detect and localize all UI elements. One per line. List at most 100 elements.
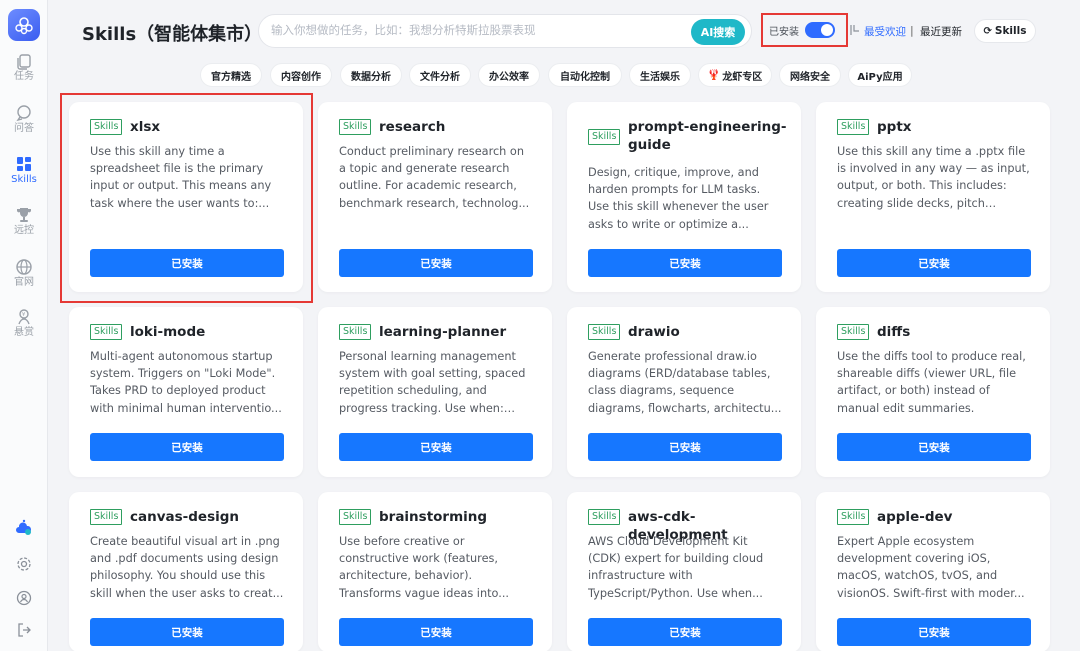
category-label: 龙虾专区: [722, 71, 763, 83]
installed-button[interactable]: 已安装: [90, 618, 284, 646]
skill-card[interactable]: Skills apple-dev Expert Apple ecosystem de…: [816, 492, 1050, 651]
sidebar-item-remote[interactable]: 远控: [0, 206, 48, 237]
sidebar-item-website[interactable]: 官网: [0, 258, 48, 289]
logout-icon[interactable]: [14, 620, 34, 640]
toggle-knob: [821, 24, 833, 36]
skill-name: canvas-design: [130, 509, 240, 525]
installed-button[interactable]: 已安装: [588, 433, 782, 461]
skill-description: Use the diffs tool to produce real, shar…: [837, 350, 1026, 415]
skill-card[interactable]: Skills xlsx Use this skill any time a spre…: [69, 102, 303, 292]
installed-toggle[interactable]: [805, 22, 835, 38]
skill-card[interactable]: Skills prompt-engineering-guide Design, cr…: [567, 102, 801, 292]
installed-button[interactable]: 已安装: [339, 433, 533, 461]
skills-tag: Skills: [90, 509, 123, 525]
installed-button[interactable]: 已安装: [588, 618, 782, 646]
skill-name: xlsx: [130, 119, 161, 135]
skill-card[interactable]: Skills aws-cdk-development AWS Cloud Devel…: [567, 492, 801, 651]
logo-icon: [15, 17, 33, 35]
skill-name: drawio: [628, 324, 680, 340]
category-1[interactable]: 内容创作: [270, 63, 332, 87]
category-0[interactable]: 官方精选: [200, 63, 262, 87]
sidebar-item-label: 问答: [14, 123, 34, 134]
search-input[interactable]: [271, 23, 691, 37]
sort-recent-link[interactable]: 最近更新: [920, 24, 962, 39]
svg-text:¥: ¥: [22, 312, 25, 318]
installed-button[interactable]: 已安装: [588, 249, 782, 277]
sidebar-item-label: 悬赏: [14, 327, 34, 338]
sidebar-item-label: 远控: [14, 225, 34, 236]
skills-tag: Skills: [837, 509, 870, 525]
sort-popular-link[interactable]: 最受欢迎: [864, 24, 906, 39]
category-8[interactable]: 网络安全: [779, 63, 841, 87]
sidebar-item-label: Skills: [11, 174, 37, 185]
skill-description: AWS Cloud Development Kit (CDK) expert f…: [588, 535, 764, 600]
category-4[interactable]: 办公效率: [478, 63, 540, 87]
skills-tag: Skills: [837, 119, 870, 135]
category-label: 文件分析: [420, 71, 460, 83]
skill-description: Conduct preliminary research on a topic …: [339, 145, 530, 210]
skills-tag: Skills: [837, 324, 870, 340]
skills-refresh-button[interactable]: ⟳ Skills: [974, 19, 1036, 43]
sidebar-item-tasks[interactable]: 任务: [0, 52, 48, 83]
skill-description: Create beautiful visual art in .png and …: [90, 535, 284, 600]
skill-card[interactable]: Skills loki-mode Multi-agent autonomous st…: [69, 307, 303, 477]
installed-button[interactable]: 已安装: [339, 249, 533, 277]
installed-filter-label: 已安装: [769, 26, 799, 38]
skill-description: Use this skill any time a .pptx file is …: [837, 145, 1030, 210]
skill-card[interactable]: Skills diffs Use the diffs tool to produce…: [816, 307, 1050, 477]
ai-search-button[interactable]: AI搜索: [691, 19, 745, 45]
grid-blocks-icon: [17, 157, 31, 171]
category-label: 数据分析: [351, 71, 391, 83]
filter-icon: [850, 25, 859, 35]
installed-button[interactable]: 已安装: [90, 433, 284, 461]
category-label: AiPy应用: [857, 71, 903, 83]
skill-card[interactable]: Skills pptx Use this skill any time a .ppt…: [816, 102, 1050, 292]
installed-button[interactable]: 已安装: [837, 249, 1031, 277]
cloud-sync-icon[interactable]: [14, 518, 34, 538]
category-label: 官方精选: [211, 71, 251, 83]
sidebar-item-label: 官网: [14, 277, 34, 288]
skill-description: Use before creative or constructive work…: [339, 535, 510, 600]
category-label: 自动化控制: [560, 71, 610, 83]
page-title: Skills（智能体集市）: [82, 24, 263, 45]
skills-tag: Skills: [588, 324, 621, 340]
user-icon[interactable]: [14, 588, 34, 608]
copy-icon: [17, 54, 31, 70]
sidebar-item-reward[interactable]: ¥ 悬赏: [0, 308, 48, 339]
sidebar: 任务 问答 Skills 远控 官网 ¥ 悬赏: [0, 0, 48, 651]
settings-icon[interactable]: [14, 554, 34, 574]
installed-button[interactable]: 已安装: [339, 618, 533, 646]
skills-tag: Skills: [588, 129, 621, 145]
skill-name: apple-dev: [877, 509, 953, 525]
skill-card[interactable]: Skills learning-planner Personal learning …: [318, 307, 552, 477]
installed-button[interactable]: 已安装: [837, 433, 1031, 461]
skills-button-label: Skills: [994, 25, 1027, 37]
category-label: 生活娱乐: [640, 71, 680, 83]
sidebar-item-skills[interactable]: Skills: [0, 155, 48, 186]
installed-button[interactable]: 已安装: [90, 249, 284, 277]
skill-card[interactable]: Skills research Conduct preliminary resear…: [318, 102, 552, 292]
category-3[interactable]: 文件分析: [409, 63, 471, 87]
app-logo[interactable]: [8, 9, 40, 41]
skill-description: Expert Apple ecosystem development cover…: [837, 535, 1025, 600]
installed-filter: 已安装: [761, 13, 848, 47]
skill-card[interactable]: Skills canvas-design Create beautiful visu…: [69, 492, 303, 651]
category-6[interactable]: 生活娱乐: [629, 63, 691, 87]
skill-description: Multi-agent autonomous startup system. T…: [90, 350, 282, 415]
category-5[interactable]: 自动化控制: [548, 63, 622, 87]
skill-card[interactable]: Skills drawio Generate professional draw.i…: [567, 307, 801, 477]
skill-name: pptx: [877, 119, 912, 135]
skills-tag: Skills: [588, 509, 621, 525]
skill-name: diffs: [877, 324, 911, 340]
skill-card[interactable]: Skills brainstorming Use before creative o…: [318, 492, 552, 651]
skills-tag: Skills: [339, 324, 372, 340]
skill-description: Use this skill any time a spreadsheet fi…: [90, 145, 272, 210]
sidebar-item-label: 任务: [14, 71, 34, 82]
category-7[interactable]: 🦞 龙虾专区: [698, 63, 772, 87]
category-9[interactable]: AiPy应用: [848, 63, 912, 87]
installed-button[interactable]: 已安装: [837, 618, 1031, 646]
category-2[interactable]: 数据分析: [340, 63, 402, 87]
sidebar-item-qa[interactable]: 问答: [0, 104, 48, 135]
category-label: 内容创作: [281, 71, 321, 83]
refresh-icon: ⟳: [983, 25, 992, 37]
